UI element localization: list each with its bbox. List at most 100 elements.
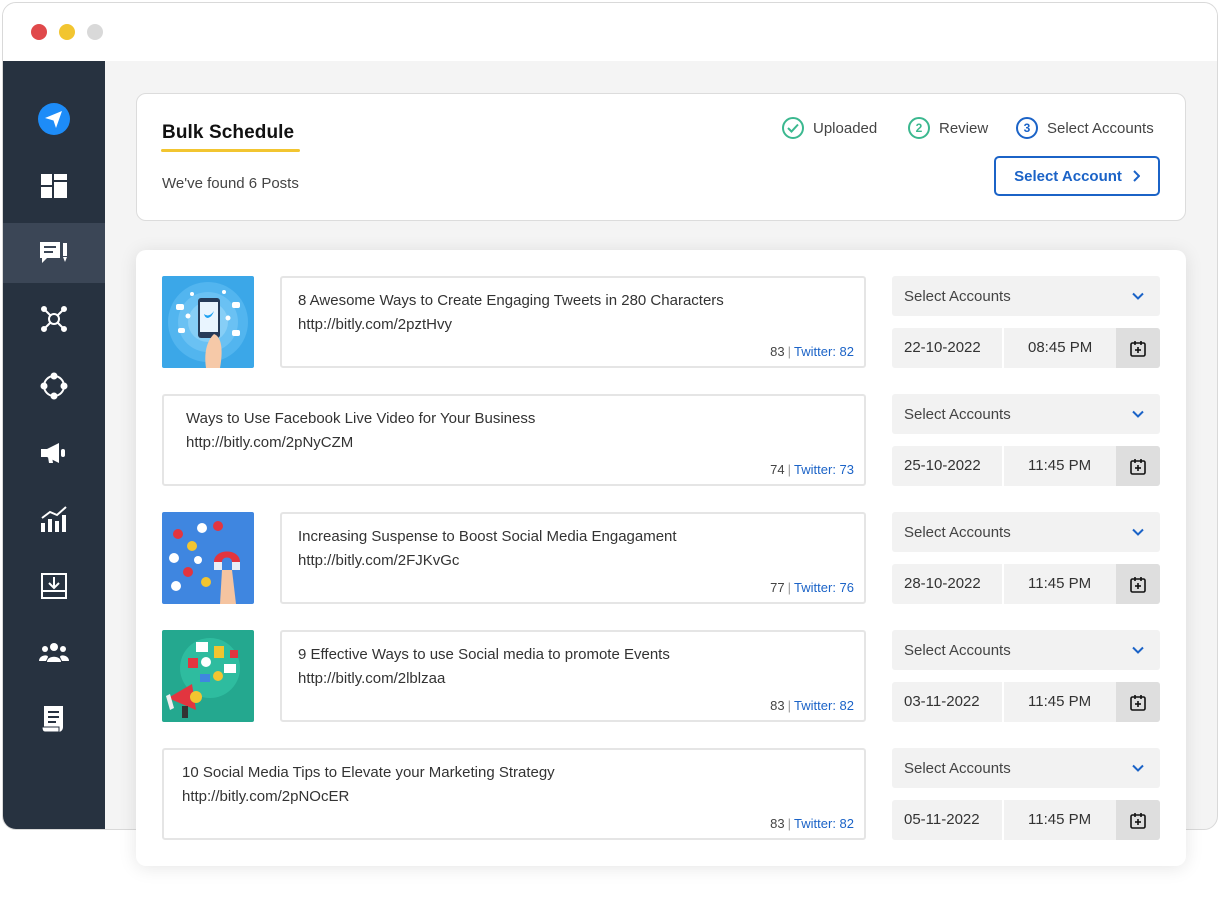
date-field[interactable]: 05-11-2022: [904, 811, 980, 828]
schedule-datetime: 25-10-2022 11:45 PM: [892, 446, 1160, 486]
character-count: 83 | Twitter: 82: [770, 816, 854, 831]
time-field[interactable]: 08:45 PM: [1028, 339, 1092, 356]
post-content[interactable]: 9 Effective Ways to use Social media to …: [280, 630, 866, 722]
post-title: 9 Effective Ways to use Social media to …: [298, 646, 670, 663]
character-count: 77 | Twitter: 76: [770, 580, 854, 595]
page-title: Bulk Schedule: [162, 122, 295, 143]
twitter-char-count: Twitter: 73: [794, 462, 854, 477]
calendar-add-button[interactable]: [1116, 564, 1160, 604]
step-label: Review: [939, 119, 989, 137]
reports-icon: [41, 706, 63, 733]
analytics-icon: [41, 506, 67, 532]
divider: [1002, 328, 1004, 368]
post-thumbnail: [162, 276, 254, 368]
calendar-plus-icon: [1130, 576, 1146, 593]
date-field[interactable]: 25-10-2022: [904, 457, 981, 474]
date-field[interactable]: 22-10-2022: [904, 339, 981, 356]
post-row: 9 Effective Ways to use Social media to …: [162, 630, 1160, 722]
minimize-window-button[interactable]: [59, 24, 75, 40]
calendar-add-button[interactable]: [1116, 446, 1160, 486]
post-link[interactable]: http://bitly.com/2pztHvy: [298, 316, 452, 333]
character-count: 83 | Twitter: 82: [770, 344, 854, 359]
character-count: 83 | Twitter: 82: [770, 698, 854, 713]
posts-list: 8 Awesome Ways to Create Engaging Tweets…: [136, 250, 1186, 866]
dashboard-icon: [41, 174, 67, 198]
calendar-add-button[interactable]: [1116, 800, 1160, 840]
team-icon: [39, 643, 69, 662]
post-content[interactable]: 10 Social Media Tips to Elevate your Mar…: [162, 748, 866, 840]
post-content[interactable]: 8 Awesome Ways to Create Engaging Tweets…: [280, 276, 866, 368]
time-field[interactable]: 11:45 PM: [1028, 457, 1091, 474]
sidebar-item-connect[interactable]: [3, 356, 105, 416]
character-count: 74 | Twitter: 73: [770, 462, 854, 477]
chevron-down-icon: [1132, 410, 1144, 418]
calendar-plus-icon: [1130, 694, 1146, 711]
schedule-datetime: 03-11-2022 11:45 PM: [892, 682, 1160, 722]
dropdown-placeholder: Select Accounts: [904, 523, 1011, 541]
network-icon: [41, 306, 67, 332]
post-link[interactable]: http://bitly.com/2FJKvGc: [298, 552, 459, 569]
posts-icon: [40, 242, 67, 263]
sidebar-item-reports[interactable]: [3, 689, 105, 749]
step-select-accounts: 3 Select Accounts: [1016, 117, 1154, 139]
dropdown-placeholder: Select Accounts: [904, 405, 1011, 423]
sidebar-item-network[interactable]: [3, 289, 105, 349]
select-accounts-dropdown[interactable]: Select Accounts: [892, 394, 1160, 434]
sidebar-item-team[interactable]: [3, 623, 105, 683]
post-link[interactable]: http://bitly.com/2pNyCZM: [186, 434, 353, 451]
select-account-button[interactable]: Select Account: [994, 156, 1160, 196]
calendar-plus-icon: [1130, 340, 1146, 357]
date-field[interactable]: 03-11-2022: [904, 693, 980, 710]
maximize-window-button[interactable]: [87, 24, 103, 40]
chevron-down-icon: [1132, 764, 1144, 772]
window-titlebar: [3, 3, 1217, 61]
calendar-add-button[interactable]: [1116, 682, 1160, 722]
select-accounts-dropdown[interactable]: Select Accounts: [892, 276, 1160, 316]
select-accounts-dropdown[interactable]: Select Accounts: [892, 512, 1160, 552]
post-char-count: 77: [770, 580, 785, 595]
twitter-char-count: Twitter: 82: [794, 698, 854, 713]
sidebar-item-inbox[interactable]: [3, 556, 105, 616]
date-field[interactable]: 28-10-2022: [904, 575, 981, 592]
connect-icon: [40, 372, 68, 400]
twitter-char-count: Twitter: 82: [794, 816, 854, 831]
step-label: Uploaded: [813, 119, 878, 137]
title-underline: [161, 149, 300, 152]
chevron-down-icon: [1132, 646, 1144, 654]
post-thumbnail: [162, 512, 254, 604]
post-char-count: 74: [770, 462, 785, 477]
step-number: 2: [908, 117, 930, 139]
check-circle-icon: [782, 117, 804, 139]
post-title: 10 Social Media Tips to Elevate your Mar…: [182, 764, 555, 781]
sidebar-item-analytics[interactable]: [3, 489, 105, 549]
post-row: Ways to Use Facebook Live Video for Your…: [162, 394, 1160, 486]
dropdown-placeholder: Select Accounts: [904, 641, 1011, 659]
calendar-add-button[interactable]: [1116, 328, 1160, 368]
dropdown-placeholder: Select Accounts: [904, 759, 1011, 777]
bulk-schedule-header: Bulk Schedule We've found 6 Posts Upload…: [136, 93, 1186, 221]
sidebar-item-posts[interactable]: [3, 223, 105, 283]
post-content[interactable]: Increasing Suspense to Boost Social Medi…: [280, 512, 866, 604]
time-field[interactable]: 11:45 PM: [1028, 575, 1091, 592]
select-accounts-dropdown[interactable]: Select Accounts: [892, 630, 1160, 670]
select-accounts-dropdown[interactable]: Select Accounts: [892, 748, 1160, 788]
sidebar-item-campaigns[interactable]: [3, 423, 105, 483]
dropdown-placeholder: Select Accounts: [904, 287, 1011, 305]
calendar-plus-icon: [1130, 812, 1146, 829]
time-field[interactable]: 11:45 PM: [1028, 693, 1091, 710]
post-link[interactable]: http://bitly.com/2lblzaa: [298, 670, 445, 687]
sidebar-item-home[interactable]: [3, 89, 105, 149]
post-title: 8 Awesome Ways to Create Engaging Tweets…: [298, 292, 724, 309]
post-content[interactable]: Ways to Use Facebook Live Video for Your…: [162, 394, 866, 486]
divider: [1002, 446, 1004, 486]
chevron-down-icon: [1132, 292, 1144, 300]
select-account-label: Select Account: [1014, 167, 1122, 185]
step-label: Select Accounts: [1047, 119, 1154, 137]
post-row: Increasing Suspense to Boost Social Medi…: [162, 512, 1160, 604]
post-link[interactable]: http://bitly.com/2pNOcER: [182, 788, 349, 805]
sidebar-item-dashboard[interactable]: [3, 156, 105, 216]
time-field[interactable]: 11:45 PM: [1028, 811, 1091, 828]
close-window-button[interactable]: [31, 24, 47, 40]
megaphone-icon: [41, 443, 65, 463]
send-logo-icon: [38, 103, 70, 135]
